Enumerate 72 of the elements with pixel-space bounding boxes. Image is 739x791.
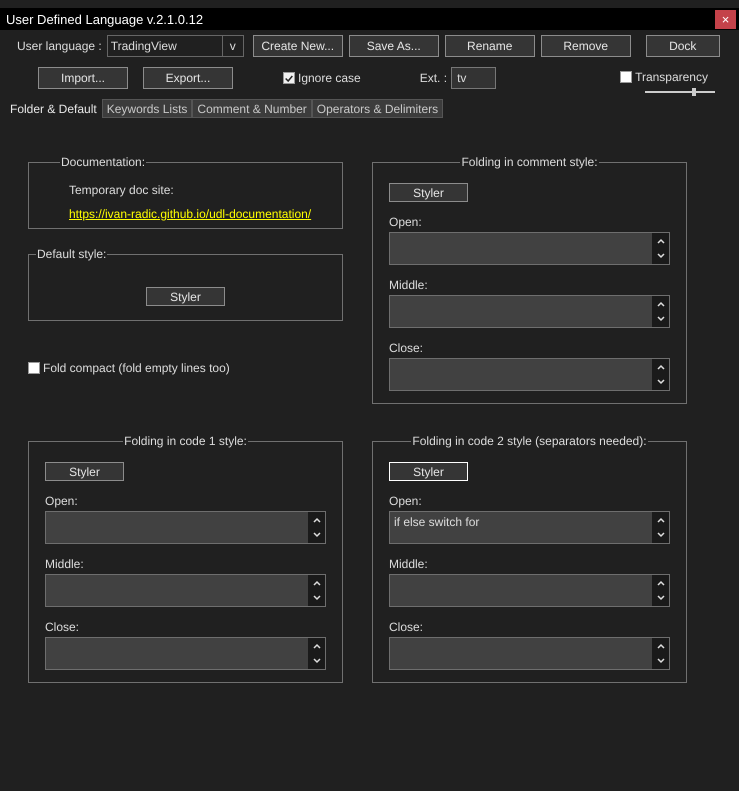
toolbar-button[interactable]: Rename <box>444 35 535 57</box>
text-area[interactable]: if else switch for <box>389 511 670 544</box>
chevron-up-icon[interactable] <box>656 580 664 586</box>
text-area[interactable] <box>45 637 326 670</box>
chevron-down-icon[interactable] <box>656 595 664 602</box>
window-title: User Defined Language v.2.1.0.12 <box>6 12 204 26</box>
chevron-down-icon[interactable] <box>656 658 664 664</box>
field-value: if else switch for <box>394 515 480 529</box>
field-label: Close: <box>389 341 424 355</box>
chevron-down-icon[interactable] <box>656 316 664 322</box>
toolbar-button[interactable]: Import... <box>38 67 128 89</box>
group-title: Folding in comment style: <box>460 155 599 169</box>
fold-compact-checkbox[interactable] <box>28 362 40 374</box>
text-area[interactable] <box>389 637 670 670</box>
field-label: Open: <box>45 494 79 508</box>
chevron-down-icon[interactable] <box>656 532 664 538</box>
chevron-down-icon[interactable] <box>656 379 664 386</box>
styler-button[interactable]: Styler <box>389 462 468 481</box>
transparency-checkbox[interactable] <box>620 71 632 83</box>
styler-button[interactable]: Styler <box>146 287 225 306</box>
chevron-up-icon[interactable] <box>312 580 320 586</box>
ext-field[interactable]: tv <box>451 67 496 89</box>
documentation-link[interactable]: https://ivan-radic.github.io/udl-documentation/ <box>69 207 326 221</box>
text-area[interactable] <box>389 232 670 265</box>
field-label: Middle: <box>389 557 429 571</box>
chevron-up-icon[interactable] <box>312 642 320 649</box>
group-title: Documentation: <box>60 155 146 169</box>
chevron-up-icon[interactable] <box>656 364 664 370</box>
language-dropdown[interactable]: TradingView v <box>106 35 244 57</box>
group-title: Folding in code 1 style: <box>123 434 248 448</box>
text-area[interactable] <box>389 295 670 328</box>
chevron-up-icon[interactable] <box>656 516 664 523</box>
text-area[interactable] <box>389 574 670 607</box>
chevron-down-icon[interactable] <box>312 595 320 602</box>
field-label: Close: <box>45 620 80 634</box>
chevron-up-icon[interactable] <box>312 516 320 523</box>
ext-label: Ext. : <box>420 71 448 85</box>
ignore-case-checkbox[interactable] <box>283 72 295 84</box>
user-language-label: User language : <box>17 39 102 53</box>
transparency-slider[interactable] <box>645 88 716 96</box>
doc-site-label: Temporary doc site: <box>69 183 175 197</box>
field-label: Open: <box>389 494 423 508</box>
slider-thumb[interactable] <box>692 88 696 96</box>
transparency-label: Transparency <box>635 70 708 84</box>
toolbar-button[interactable]: Dock <box>646 35 720 57</box>
tab[interactable]: Comment & Number <box>192 99 312 118</box>
close-button[interactable]: × <box>715 10 736 28</box>
chevron-down-icon[interactable] <box>656 253 664 260</box>
chevron-up-icon[interactable] <box>656 238 664 244</box>
chevron-down-icon[interactable] <box>312 532 320 538</box>
group-title: Folding in code 2 style (separators needed): <box>411 434 648 448</box>
toolbar-button[interactable]: Create New... <box>252 35 343 57</box>
text-area[interactable] <box>45 574 326 607</box>
toolbar-button[interactable]: Export... <box>143 67 233 89</box>
toolbar-button[interactable]: Remove <box>540 35 631 57</box>
group-title: Default style: <box>36 247 108 261</box>
styler-button[interactable]: Styler <box>45 462 124 481</box>
tab[interactable]: Keywords Lists <box>102 99 192 118</box>
field-label: Middle: <box>389 278 429 292</box>
styler-button[interactable]: Styler <box>389 183 468 202</box>
ignore-case-label: Ignore case <box>298 71 361 85</box>
field-label: Close: <box>389 620 424 634</box>
field-label: Middle: <box>45 557 85 571</box>
text-area[interactable] <box>389 358 670 391</box>
chevron-down-icon[interactable] <box>312 658 320 664</box>
chevron-up-icon[interactable] <box>656 300 664 307</box>
tab[interactable]: Operators & Delimiters <box>312 99 444 118</box>
chevron-up-icon[interactable] <box>656 642 664 649</box>
text-area[interactable] <box>45 511 326 544</box>
field-label: Open: <box>389 215 423 229</box>
toolbar-button[interactable]: Save As... <box>348 35 439 57</box>
fold-compact-label: Fold compact (fold empty lines too) <box>43 361 230 375</box>
